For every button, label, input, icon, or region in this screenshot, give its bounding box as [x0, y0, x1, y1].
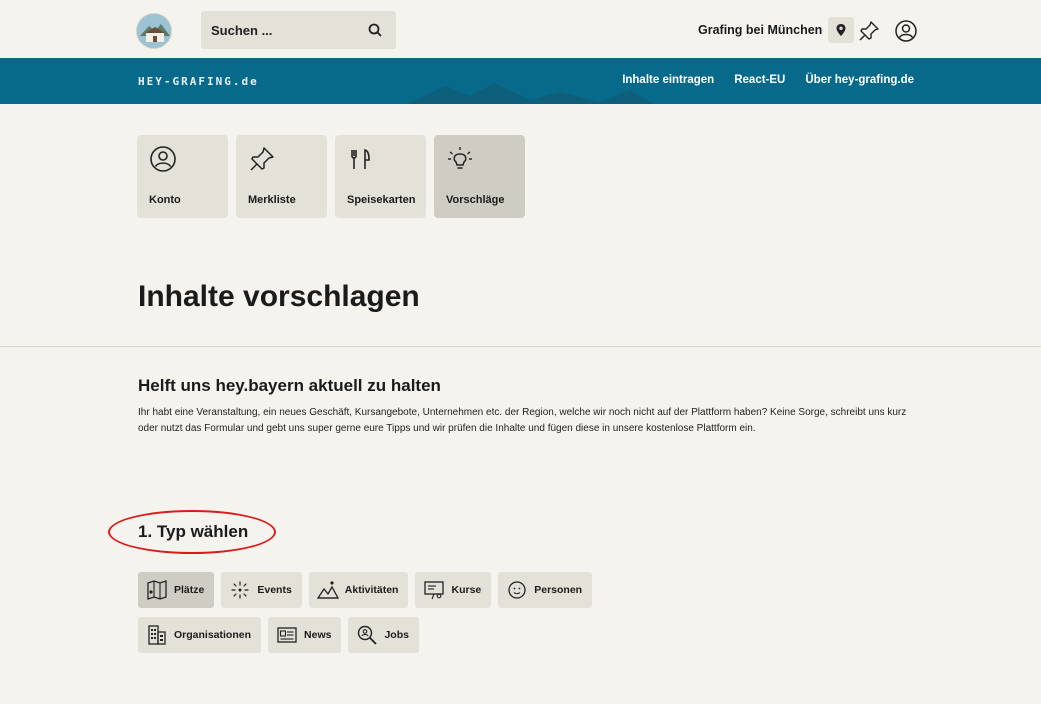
search-icon[interactable]	[368, 23, 382, 37]
bookmark-pin-icon[interactable]	[857, 19, 881, 43]
type-label: Events	[257, 584, 292, 596]
pin-icon	[250, 147, 274, 171]
search-field[interactable]: Suchen ...	[201, 11, 396, 49]
page-title: Inhalte vorschlagen	[138, 280, 420, 313]
tile-label: Konto	[149, 194, 181, 206]
type-label: Kurse	[451, 584, 482, 596]
type-selector: Plätze Events Aktivitäten Kurse Personen…	[138, 572, 658, 662]
nav-link-inhalte-eintragen[interactable]: Inhalte eintragen	[622, 74, 714, 86]
type-label: Personen	[534, 584, 583, 596]
location-pin-icon[interactable]	[828, 17, 855, 43]
top-bar: Suchen ... Grafing bei München	[0, 0, 1041, 58]
nav-links: Inhalte eintragen React-EU Über hey-graf…	[622, 74, 914, 86]
tile-vorschlaege[interactable]: Vorschläge	[434, 135, 525, 218]
cutlery-icon	[351, 148, 370, 169]
type-kurse[interactable]: Kurse	[415, 572, 492, 608]
highlight-circle	[108, 510, 276, 554]
nav-link-ueber[interactable]: Über hey-grafing.de	[805, 74, 914, 86]
hiking-icon	[316, 581, 339, 599]
type-organisationen[interactable]: Organisationen	[138, 617, 262, 653]
face-icon	[508, 581, 526, 599]
nav-link-react-eu[interactable]: React-EU	[734, 74, 785, 86]
location-selector[interactable]: Grafing bei München	[698, 17, 855, 43]
tile-konto[interactable]: Konto	[137, 135, 228, 218]
type-personen[interactable]: Personen	[498, 572, 593, 608]
type-jobs[interactable]: Jobs	[348, 617, 419, 653]
lightbulb-icon	[448, 147, 472, 169]
search-placeholder[interactable]: Suchen ...	[211, 23, 272, 38]
type-label: News	[304, 629, 332, 641]
type-label: Aktivitäten	[344, 584, 399, 596]
main-navbar: HEY-GRAFING.de Inhalte eintragen React-E…	[0, 58, 1041, 104]
type-news[interactable]: News	[268, 617, 342, 653]
newspaper-icon	[277, 627, 297, 643]
tile-speisekarten[interactable]: Speisekarten	[335, 135, 426, 218]
type-label: Plätze	[174, 584, 205, 596]
divider	[0, 346, 1041, 347]
type-events[interactable]: Events	[221, 572, 302, 608]
map-icon	[147, 580, 167, 600]
type-aktivitaeten[interactable]: Aktivitäten	[308, 572, 409, 608]
tile-merkliste[interactable]: Merkliste	[236, 135, 327, 218]
user-circle-icon	[150, 146, 176, 172]
presentation-icon	[424, 581, 445, 600]
brand-link[interactable]: HEY-GRAFING.de	[138, 75, 259, 88]
fireworks-icon	[231, 581, 249, 599]
building-icon	[148, 625, 166, 645]
site-logo[interactable]	[136, 13, 172, 49]
location-label[interactable]: Grafing bei München	[698, 23, 822, 37]
type-label: Jobs	[384, 629, 409, 641]
intro-text: Ihr habt eine Veranstaltung, ein neues G…	[138, 407, 907, 434]
account-tiles: Konto Merkliste Speisekarten Vorschläge	[137, 135, 525, 218]
tile-label: Vorschläge	[446, 194, 505, 206]
type-plaetze[interactable]: Plätze	[138, 572, 215, 608]
account-icon[interactable]	[894, 19, 918, 43]
tile-label: Speisekarten	[347, 194, 416, 206]
job-search-icon	[358, 625, 378, 645]
mountain-illustration	[408, 83, 654, 104]
section-subtitle: Helft uns hey.bayern aktuell zu halten	[138, 376, 441, 395]
tile-label: Merkliste	[248, 194, 296, 206]
type-label: Organisationen	[174, 629, 252, 641]
